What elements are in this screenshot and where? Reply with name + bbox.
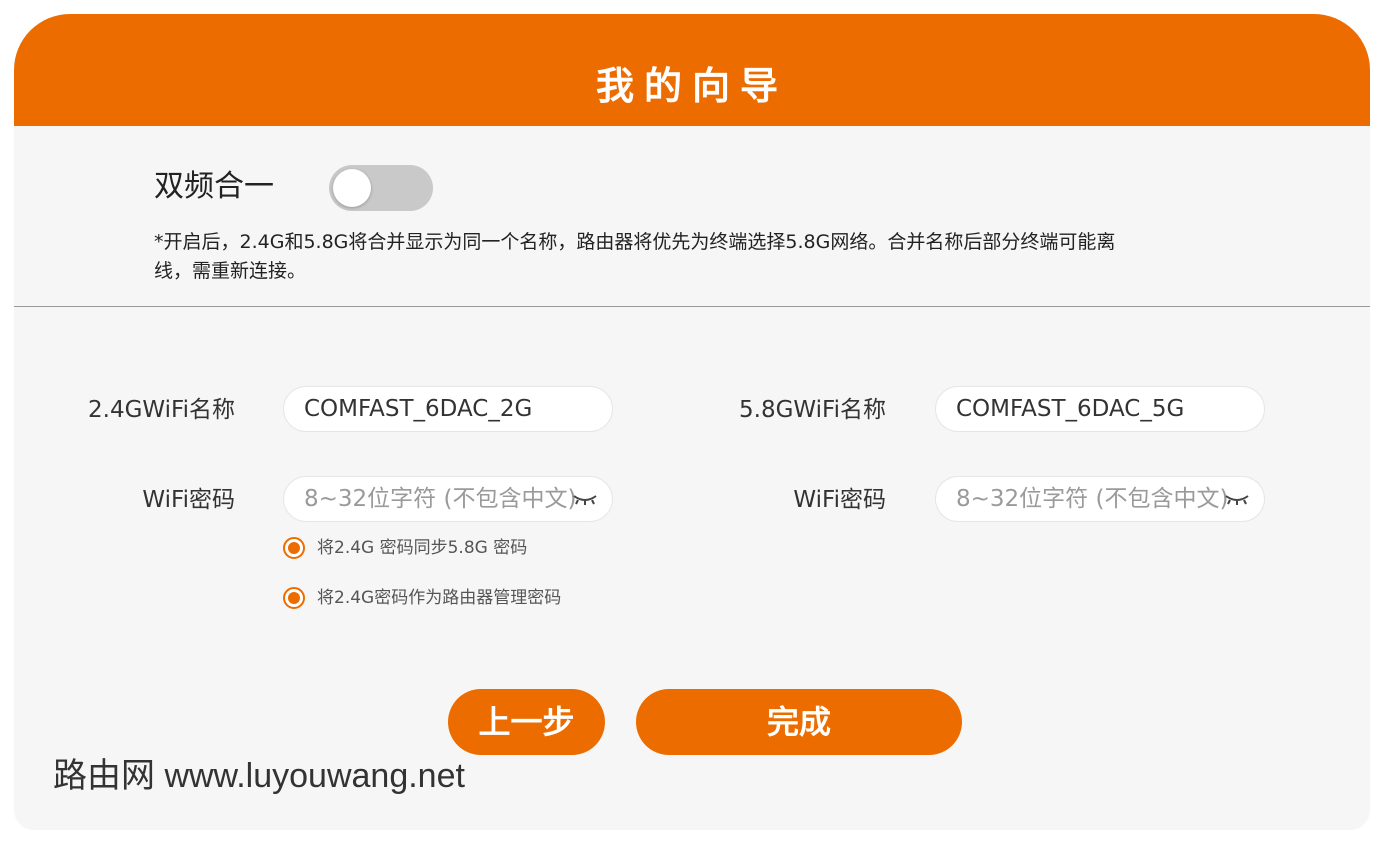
toggle-knob	[333, 169, 371, 207]
section-divider	[14, 306, 1370, 307]
page-title: 我的向导	[595, 64, 788, 108]
ssid-58-label: 5.8GWiFi名称	[739, 397, 886, 423]
password-24-placeholder: 8~32位字符 (不包含中文)	[304, 486, 577, 512]
eye-closed-icon[interactable]	[572, 489, 598, 509]
wizard-page: 我的向导 双频合一 *开启后，2.4G和5.8G将合并显示为同一个名称，路由器将…	[0, 0, 1384, 842]
ssid-24-input[interactable]: COMFAST_6DAC_2G	[283, 386, 613, 432]
ssid-58-input[interactable]: COMFAST_6DAC_5G	[935, 386, 1265, 432]
dual-band-notice: *开启后，2.4G和5.8G将合并显示为同一个名称，路由器将优先为终端选择5.8…	[154, 231, 1116, 282]
password-58-label: WiFi密码	[793, 487, 886, 513]
password-24-label: WiFi密码	[142, 487, 235, 513]
eye-closed-icon[interactable]	[1224, 489, 1250, 509]
password-24-input[interactable]: 8~32位字符 (不包含中文)	[283, 476, 613, 522]
wizard-header: 我的向导	[14, 14, 1370, 126]
admin-password-label: 将2.4G密码作为路由器管理密码	[317, 588, 562, 608]
password-58-placeholder: 8~32位字符 (不包含中文)	[956, 486, 1229, 512]
ssid-24-value: COMFAST_6DAC_2G	[304, 396, 533, 422]
sync-password-label: 将2.4G 密码同步5.8G 密码	[317, 538, 528, 558]
sync-password-radio[interactable]	[283, 537, 305, 559]
back-button[interactable]: 上一步	[448, 689, 605, 755]
watermark-text: 路由网 www.luyouwang.net	[53, 757, 465, 795]
admin-password-radio[interactable]	[283, 587, 305, 609]
ssid-58-value: COMFAST_6DAC_5G	[956, 396, 1185, 422]
dual-band-label: 双频合一	[154, 169, 274, 204]
password-58-input[interactable]: 8~32位字符 (不包含中文)	[935, 476, 1265, 522]
finish-button[interactable]: 完成	[636, 689, 962, 755]
ssid-24-label: 2.4GWiFi名称	[88, 397, 235, 423]
dual-band-toggle[interactable]	[329, 165, 433, 211]
